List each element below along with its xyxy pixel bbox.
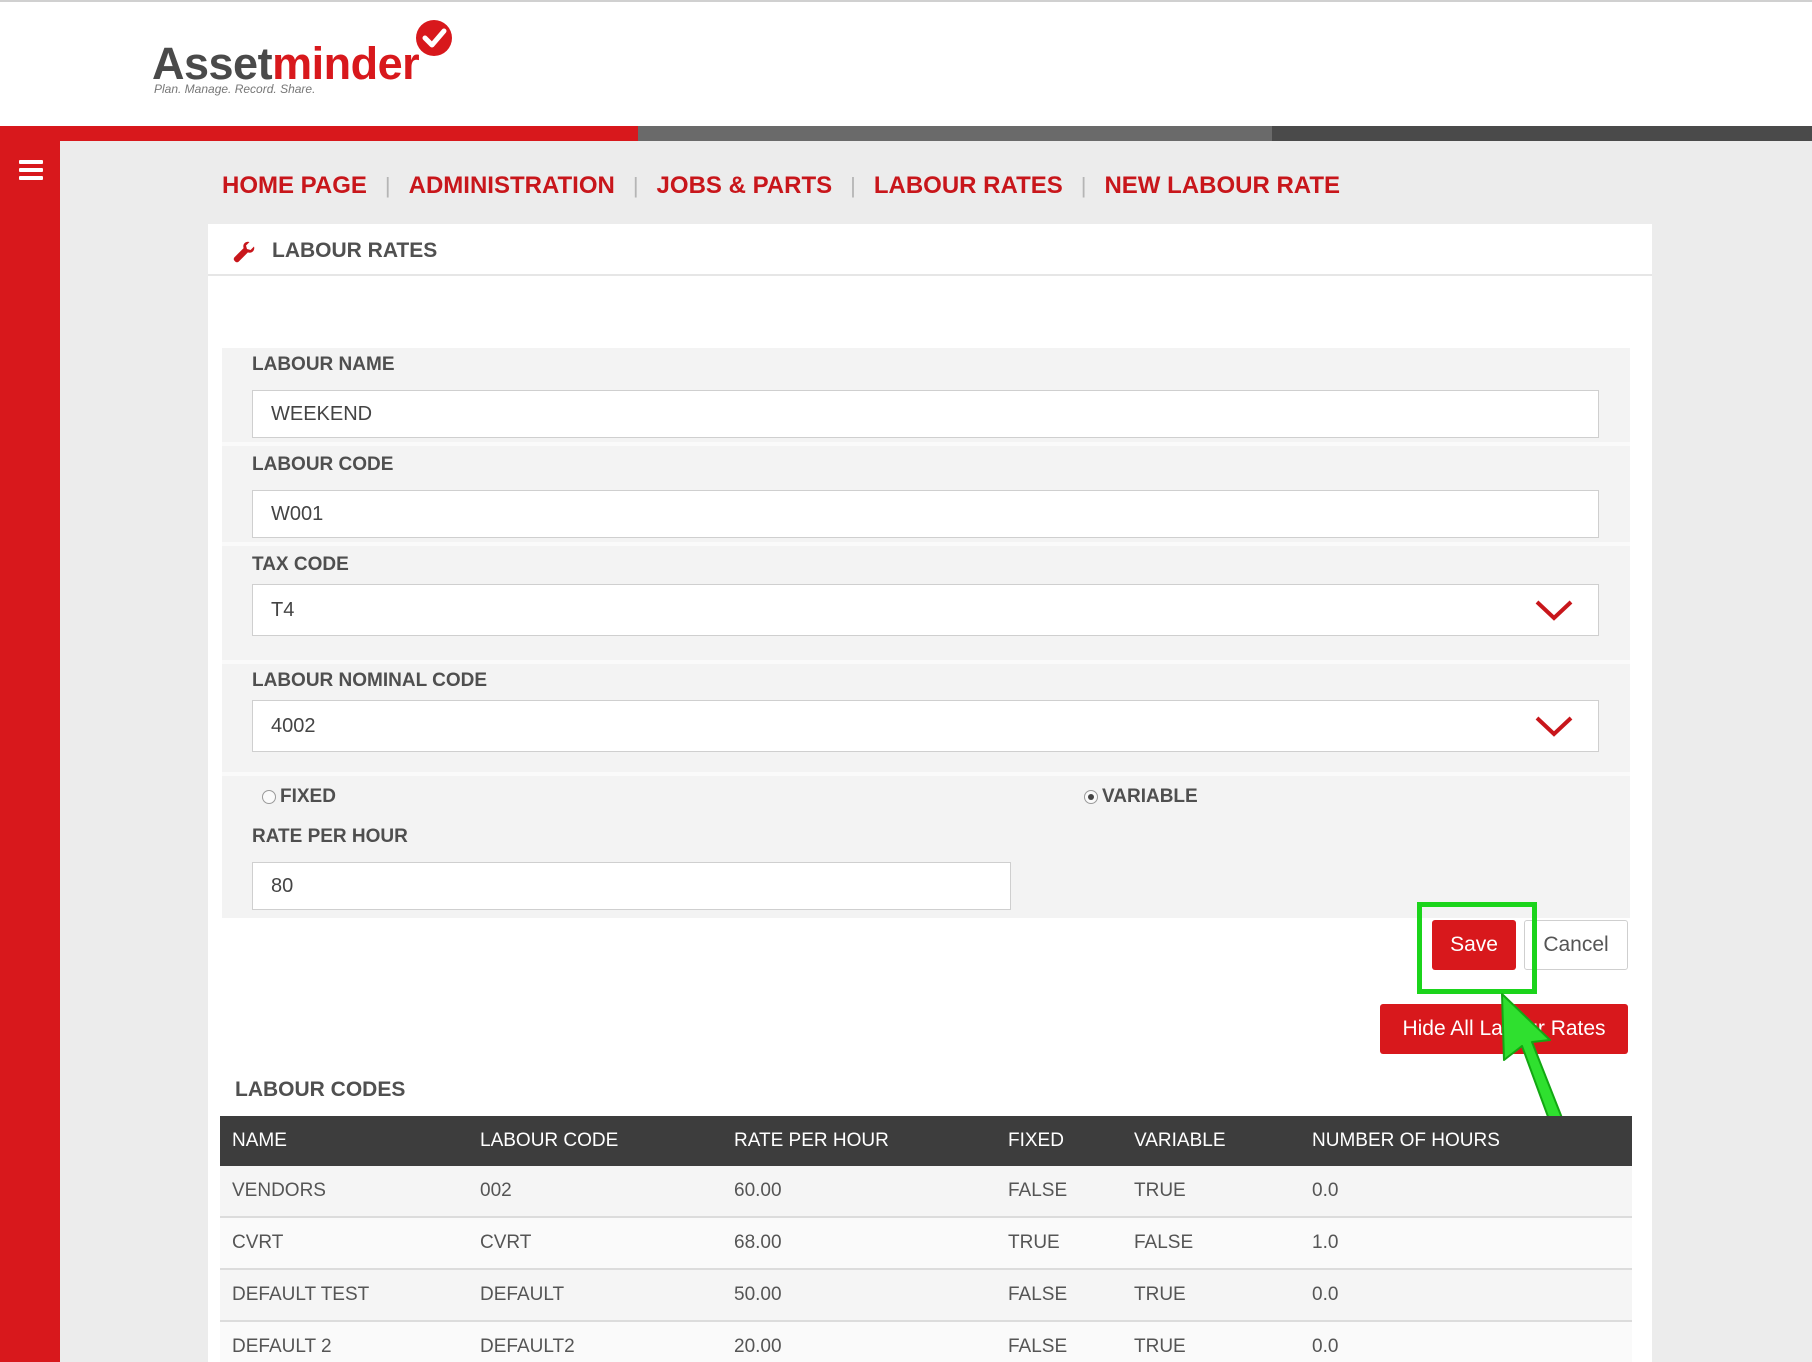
labour-name-label: LABOUR NAME [252,354,395,375]
table-row[interactable]: DEFAULT TEST DEFAULT 50.00 FALSE TRUE 0.… [220,1270,1632,1322]
variable-rate-option: VARIABLE [1044,778,1630,816]
cell-labour-code: DEFAULT2 [480,1336,575,1357]
breadcrumb-labour-rates[interactable]: LABOUR RATES [874,172,1063,200]
hamburger-menu-icon[interactable] [19,160,43,180]
breadcrumb-separator: | [1080,173,1087,198]
rate-per-hour-label: RATE PER HOUR [252,826,408,847]
cell-rate-per-hour: 50.00 [734,1284,782,1305]
labour-nominal-code-label: LABOUR NOMINAL CODE [252,670,488,691]
cell-labour-code: DEFAULT [480,1284,565,1305]
breadcrumb-administration[interactable]: ADMINISTRATION [409,172,615,200]
card-title: LABOUR RATES [272,239,438,262]
header: Assetminder Plan. Manage. Record. Share. [0,2,1812,126]
fixed-radio[interactable] [262,790,276,804]
column-header-labour-code[interactable]: LABOUR CODE [480,1130,618,1152]
labour-code-label: LABOUR CODE [252,454,394,475]
cell-name: VENDORS [232,1180,326,1201]
page: Assetminder Plan. Manage. Record. Share.… [0,0,1812,1362]
cell-fixed: FALSE [1008,1336,1068,1357]
column-header-variable[interactable]: VARIABLE [1134,1130,1226,1152]
cell-number-of-hours: 0.0 [1312,1336,1339,1357]
cell-rate-per-hour: 68.00 [734,1232,782,1253]
cell-name: DEFAULT TEST [232,1284,370,1305]
header-bar-red [0,126,638,141]
breadcrumb-new-labour-rate[interactable]: NEW LABOUR RATE [1104,172,1340,200]
breadcrumb-separator: | [384,173,391,198]
logo-tagline: Plan. Manage. Record. Share. [154,82,316,96]
cell-fixed: TRUE [1008,1232,1060,1253]
header-bar-dark [1272,126,1812,141]
breadcrumb-jobs-parts[interactable]: JOBS & PARTS [657,172,833,200]
cell-labour-code: 002 [480,1180,512,1201]
breadcrumb-home-page[interactable]: HOME PAGE [222,172,367,200]
cell-variable: TRUE [1134,1284,1186,1305]
checkmark-badge-icon [416,20,452,56]
table-header: NAME LABOUR CODE RATE PER HOUR FIXED VAR… [220,1116,1632,1166]
chevron-down-icon[interactable] [1534,598,1574,622]
rate-per-hour-input[interactable]: 80 [252,862,1011,910]
variable-options-block [1044,820,1630,918]
breadcrumb-separator: | [850,173,856,198]
card-header: LABOUR RATES [208,224,1652,276]
column-header-name[interactable]: NAME [232,1130,287,1152]
tax-code-label: TAX CODE [252,554,349,575]
cell-name: DEFAULT 2 [232,1336,332,1357]
cell-fixed: FALSE [1008,1284,1068,1305]
labour-codes-title: LABOUR CODES [235,1078,406,1101]
tax-code-value: T4 [271,599,295,621]
pointer-arrow-icon [1501,993,1563,1123]
cell-labour-code: CVRT [480,1232,532,1253]
assetminder-logo[interactable]: Assetminder Plan. Manage. Record. Share. [152,18,472,102]
cell-variable: TRUE [1134,1180,1186,1201]
tax-code-select[interactable]: T4 [252,584,1599,636]
form-divider [222,772,1630,776]
column-header-number-of-hours[interactable]: NUMBER OF HOURS [1312,1130,1500,1152]
cell-variable: FALSE [1134,1232,1194,1253]
breadcrumb: HOME PAGE | ADMINISTRATION | JOBS & PART… [222,170,1340,202]
wrench-icon [233,241,255,263]
chevron-down-icon[interactable] [1534,714,1574,738]
form-divider [222,660,1630,664]
labour-nominal-code-value: 4002 [271,715,316,737]
breadcrumb-separator: | [632,173,639,198]
labour-nominal-code-select[interactable]: 4002 [252,700,1599,752]
cancel-button[interactable]: Cancel [1524,920,1628,970]
table-row[interactable]: VENDORS 002 60.00 FALSE TRUE 0.0 [220,1166,1632,1218]
table-row[interactable]: CVRT CVRT 68.00 TRUE FALSE 1.0 [220,1218,1632,1270]
table-row[interactable]: DEFAULT 2 DEFAULT2 20.00 FALSE TRUE 0.0 [220,1322,1632,1362]
column-header-rate-per-hour[interactable]: RATE PER HOUR [734,1130,889,1152]
labour-codes-table: NAME LABOUR CODE RATE PER HOUR FIXED VAR… [220,1116,1632,1362]
cell-rate-per-hour: 60.00 [734,1180,782,1201]
cell-rate-per-hour: 20.00 [734,1336,782,1357]
sidebar [0,126,60,1362]
cell-number-of-hours: 1.0 [1312,1232,1339,1253]
labour-name-input[interactable]: WEEKEND [252,390,1599,438]
form-divider [222,542,1630,546]
save-highlight-box [1417,902,1537,994]
header-bar-grey [638,126,1272,141]
variable-radio-label[interactable]: VARIABLE [1102,786,1198,808]
cell-number-of-hours: 0.0 [1312,1180,1339,1201]
cell-name: CVRT [232,1232,284,1253]
column-header-fixed[interactable]: FIXED [1008,1130,1064,1152]
cell-fixed: FALSE [1008,1180,1068,1201]
variable-radio[interactable] [1084,790,1098,804]
fixed-rate-option: FIXED [222,778,1040,816]
form-divider [222,442,1630,446]
cell-number-of-hours: 0.0 [1312,1284,1339,1305]
labour-code-input[interactable]: W001 [252,490,1599,538]
cell-variable: TRUE [1134,1336,1186,1357]
fixed-radio-label[interactable]: FIXED [280,786,336,808]
